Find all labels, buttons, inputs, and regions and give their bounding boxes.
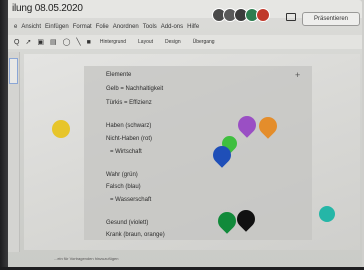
layout-button[interactable]: Layout [135, 38, 156, 46]
menu-item-arrange[interactable]: Anordnen [113, 24, 139, 30]
plus-icon: + [295, 70, 301, 80]
new-slide-icon[interactable]: ■ [87, 39, 91, 46]
present-button-label: Präsentieren [313, 16, 349, 22]
present-button[interactable]: Präsentieren [302, 12, 360, 26]
menu-item-format[interactable]: Format [73, 24, 92, 30]
line-icon[interactable]: ╲ [76, 38, 80, 46]
avatar[interactable] [256, 8, 270, 22]
slide-filmstrip [6, 52, 20, 252]
menu-item-help[interactable]: Hilfe [187, 24, 199, 30]
title-bar: ilung 08.05.2020 Präsentieren [6, 0, 362, 26]
legend-line: Türkis = Effizienz [106, 100, 152, 106]
legend-line: Falsch (blau) [106, 184, 141, 190]
menu-item-edit[interactable]: e [14, 24, 17, 30]
yellow-circle-shape[interactable] [52, 120, 70, 138]
legend-line: Gelb = Nachhaltigkeit [106, 86, 164, 92]
background-button[interactable]: Hintergrund [97, 38, 129, 46]
collaborator-avatars [212, 8, 270, 22]
menu-item-addons[interactable]: Add-ons [161, 24, 183, 30]
legend-line: Haben (schwarz) [106, 123, 152, 129]
textbox-icon[interactable]: ▣ [37, 38, 44, 46]
image-icon[interactable]: ▤ [50, 38, 57, 46]
menu-item-view[interactable]: Ansicht [21, 24, 41, 30]
design-button[interactable]: Design [162, 38, 184, 46]
menu-bar: e Ansicht Einfügen Format Folie Anordnen… [6, 22, 286, 32]
menu-item-slide[interactable]: Folie [96, 24, 109, 30]
speaker-notes-hint[interactable]: ...ein für Vortragenden hinzuzufügen [54, 256, 119, 261]
menu-item-tools[interactable]: Tools [143, 24, 157, 30]
slide-thumbnail[interactable] [9, 58, 18, 84]
menu-item-insert[interactable]: Einfügen [45, 24, 69, 30]
legend-line: = Wirtschaft [110, 149, 142, 155]
transition-button[interactable]: Übergang [190, 38, 218, 46]
legend-line: Nicht-Haben (rot) [106, 136, 153, 142]
legend-line: Gesund (violett) [106, 220, 149, 226]
slide-heading: Elemente [106, 72, 132, 78]
teal-circle-shape[interactable] [319, 206, 335, 222]
legend-line: = Wasserschaft [110, 197, 152, 203]
toolbar: Q ➚ ▣ ▤ ◯ ╲ ■ Hintergrund Layout Design … [6, 35, 362, 49]
legend-line: Krank (braun, orange) [106, 232, 165, 238]
monitor-bezel [0, 0, 8, 270]
document-title[interactable]: ilung 08.05.2020 [12, 3, 83, 14]
select-arrow-icon[interactable]: ➚ [25, 38, 31, 46]
comment-icon[interactable] [286, 13, 296, 21]
shape-icon[interactable]: ◯ [63, 38, 71, 46]
legend-line: Wahr (grün) [106, 172, 138, 178]
zoom-icon[interactable]: Q [14, 39, 19, 46]
